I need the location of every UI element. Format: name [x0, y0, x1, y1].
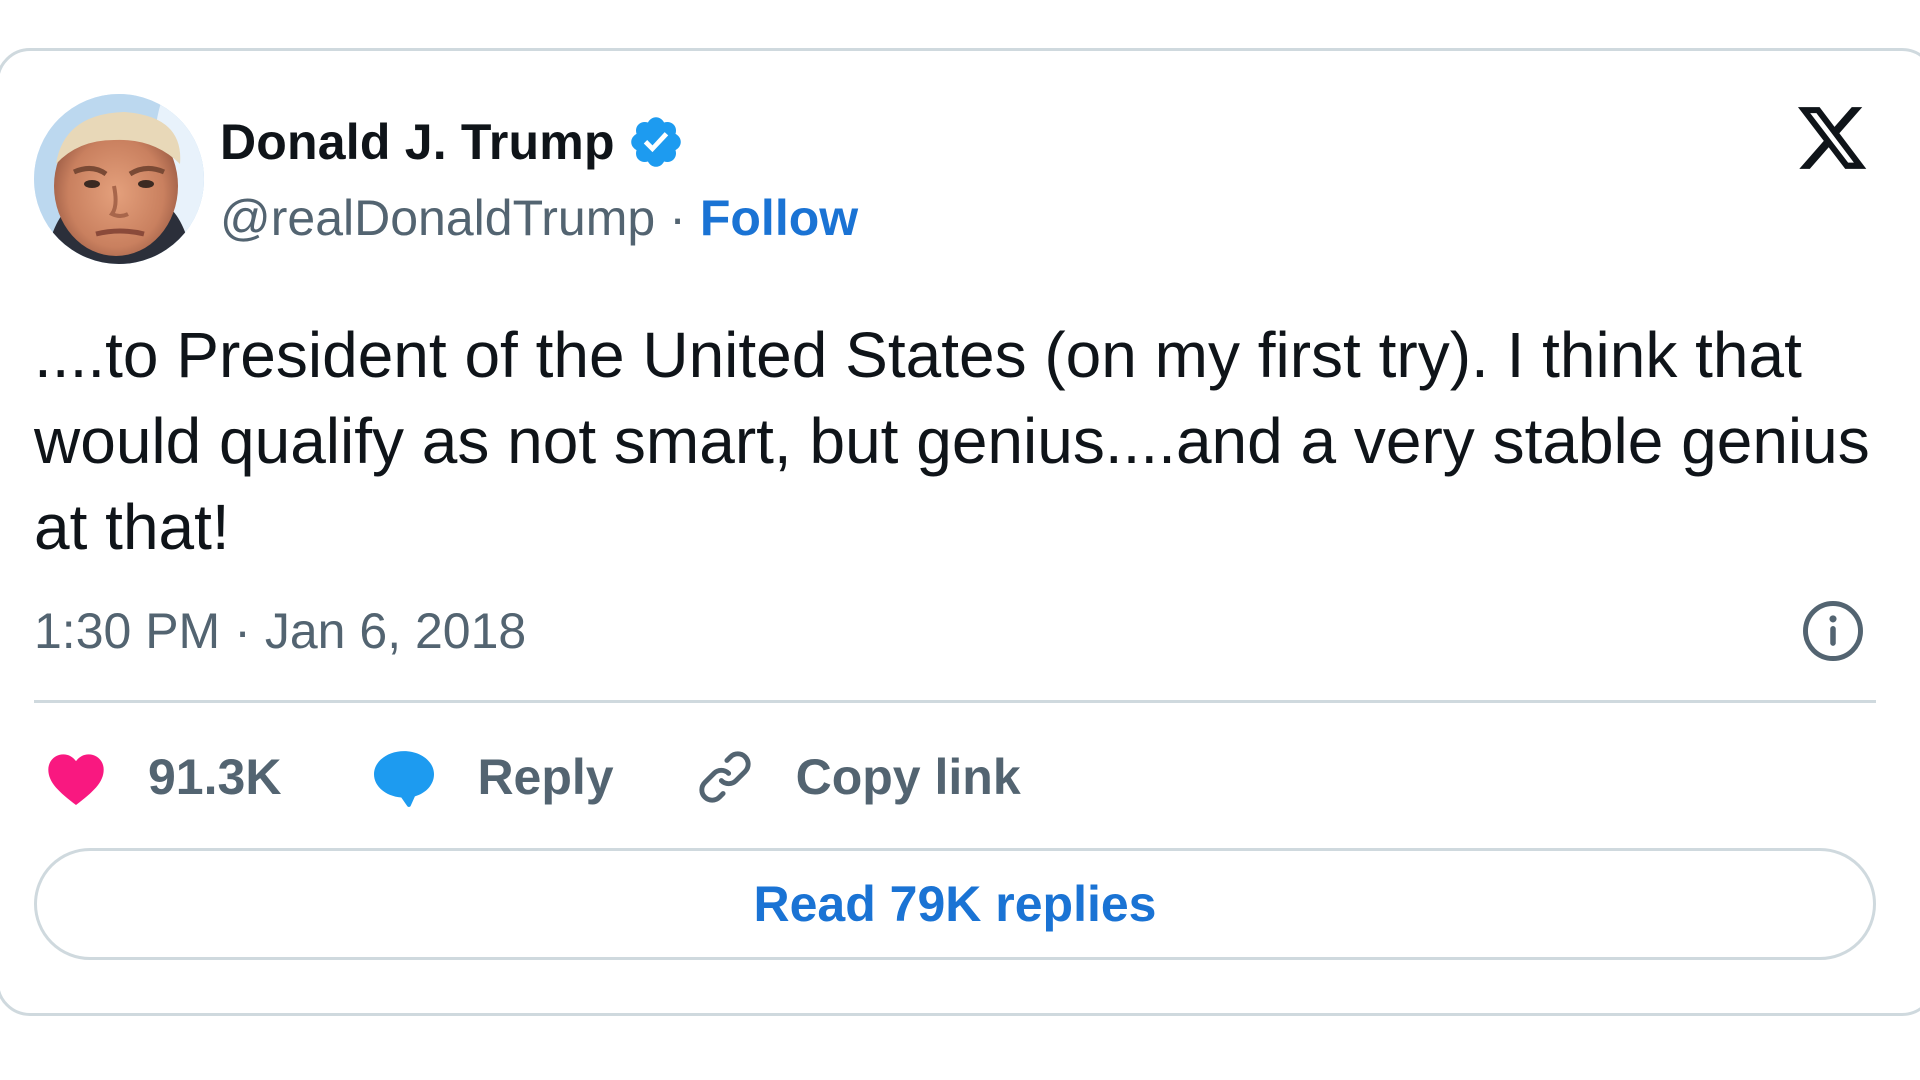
reply-button[interactable]: Reply: [371, 747, 614, 807]
author-handle-row: @realDonaldTrump · Follow: [220, 186, 858, 250]
x-logo-icon[interactable]: [1792, 100, 1872, 176]
divider: [34, 700, 1876, 703]
action-bar: 91.3K Reply Copy link: [44, 740, 1021, 814]
tweet-time: 1:30 PM: [34, 603, 221, 659]
follow-button[interactable]: Follow: [700, 189, 858, 247]
like-count: 91.3K: [148, 749, 282, 805]
reply-label: Reply: [477, 749, 614, 805]
author-display-name[interactable]: Donald J. Trump: [220, 113, 615, 171]
handle-separator: ·: [669, 190, 686, 246]
tweet-timestamp[interactable]: 1:30 PM · Jan 6, 2018: [34, 596, 526, 666]
tweet-date: Jan 6, 2018: [264, 603, 527, 659]
link-icon: [694, 746, 756, 808]
author-handle[interactable]: @realDonaldTrump: [220, 189, 655, 247]
tweet-text: ....to President of the United States (o…: [34, 319, 1870, 563]
avatar[interactable]: [34, 94, 204, 264]
copy-link-label: Copy link: [795, 749, 1021, 805]
avatar-portrait-icon: [34, 94, 204, 264]
like-button[interactable]: 91.3K: [44, 748, 281, 806]
read-replies-button[interactable]: Read 79K replies: [34, 848, 1876, 960]
info-icon[interactable]: [1800, 598, 1866, 664]
speech-bubble-icon: [371, 747, 437, 807]
heart-icon: [44, 748, 108, 806]
author-name-row: Donald J. Trump: [220, 110, 685, 174]
copy-link-button[interactable]: Copy link: [694, 746, 1021, 808]
verified-badge-icon: [627, 113, 685, 171]
timestamp-separator: ·: [234, 603, 251, 659]
